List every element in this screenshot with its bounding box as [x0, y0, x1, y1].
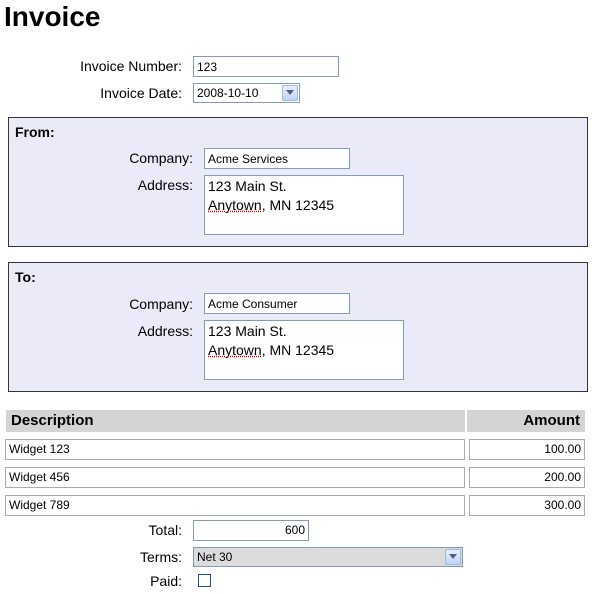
invoice-number-input[interactable]	[193, 56, 339, 77]
to-address-line1: 123 Main St.	[208, 323, 287, 339]
item-amount-input[interactable]: 200.00	[469, 467, 585, 488]
amount-header: Amount	[466, 409, 586, 433]
to-company-input[interactable]	[204, 293, 350, 314]
invoice-number-label: Invoice Number:	[80, 58, 182, 74]
to-address-line2: Anytown, MN 12345	[208, 342, 335, 358]
from-address-line2: Anytown, MN 12345	[208, 197, 335, 213]
paid-checkbox[interactable]	[198, 574, 211, 587]
invoice-date-picker[interactable]: 2008-10-10	[193, 83, 300, 103]
to-company-label: Company:	[129, 296, 193, 312]
item-amount-input[interactable]: 100.00	[469, 439, 585, 460]
total-label: Total:	[148, 522, 182, 538]
from-address-textarea[interactable]: 123 Main St. Anytown, MN 12345	[204, 175, 404, 235]
item-amount-input[interactable]: 300.00	[469, 495, 585, 516]
from-title: From:	[15, 124, 55, 140]
from-address-line1: 123 Main St.	[208, 178, 287, 194]
chevron-down-icon[interactable]	[445, 549, 461, 565]
chevron-down-icon[interactable]	[282, 85, 298, 101]
item-description-input[interactable]: Widget 456	[5, 467, 465, 488]
terms-label: Terms:	[140, 549, 182, 565]
to-title: To:	[15, 269, 36, 285]
from-address-label: Address:	[137, 177, 193, 193]
terms-select[interactable]: Net 30	[193, 547, 463, 567]
invoice-date-label: Invoice Date:	[100, 85, 182, 101]
from-company-input[interactable]	[204, 148, 350, 169]
description-header: Description	[5, 409, 466, 433]
paid-label: Paid:	[150, 573, 182, 589]
terms-value: Net 30	[197, 550, 233, 564]
total-input[interactable]: 600	[193, 520, 309, 541]
page-title: Invoice	[4, 1, 101, 32]
to-address-label: Address:	[137, 323, 193, 339]
to-address-textarea[interactable]: 123 Main St. Anytown, MN 12345	[204, 320, 404, 380]
item-description-input[interactable]: Widget 789	[5, 495, 465, 516]
from-company-label: Company:	[129, 150, 193, 166]
invoice-date-value: 2008-10-10	[197, 86, 259, 100]
item-description-input[interactable]: Widget 123	[5, 439, 465, 460]
